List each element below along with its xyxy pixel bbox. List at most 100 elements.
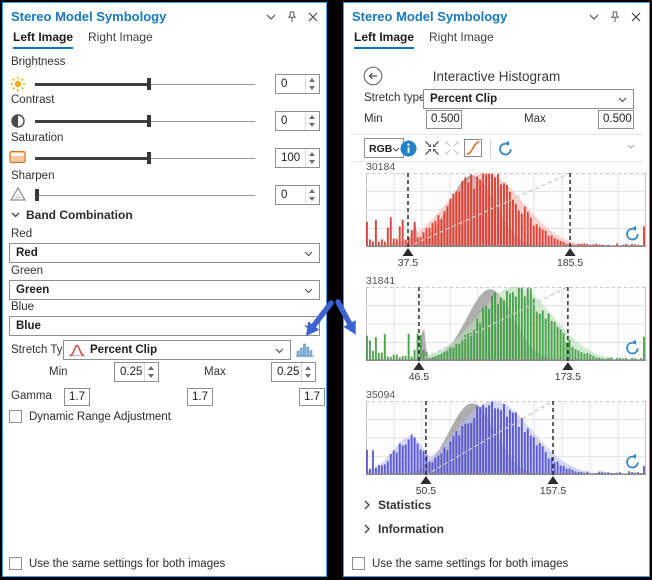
band-combination-header[interactable]: Band Combination [11, 208, 133, 222]
same-settings-checkbox[interactable] [352, 557, 365, 570]
panel-menu-chevron-icon[interactable] [265, 11, 277, 23]
reset-all-button[interactable] [497, 140, 514, 157]
band-combination-title: Band Combination [26, 208, 133, 222]
blue-histogram-plot[interactable] [366, 401, 646, 485]
chevron-down-icon [618, 97, 627, 103]
min-clip-input[interactable]: 0.25 [114, 362, 159, 382]
saturation-slider[interactable] [35, 148, 255, 168]
collapse-arrows-icon [424, 140, 440, 156]
interactive-histogram-heading: Interactive Histogram [344, 69, 649, 84]
green-band-dropdown[interactable]: Green [9, 280, 320, 300]
stretch-type-label: Stretch type [364, 92, 425, 104]
saturation-value-input[interactable]: 100 [275, 148, 320, 168]
histogram-handle-triangle[interactable] [548, 476, 559, 484]
band-selector-dropdown[interactable]: RGB [364, 138, 404, 158]
histogram-green: 31841 46.5 173.5 [366, 275, 646, 383]
same-settings-row: Use the same settings for both images [9, 557, 225, 570]
sharpen-slider[interactable] [35, 185, 255, 205]
gamma-blue-input[interactable]: 1.7 [299, 388, 325, 406]
histogram-handle-triangle[interactable] [565, 248, 576, 256]
sharpen-value-input[interactable]: 0 [275, 185, 320, 205]
histogram-handle-triangle[interactable] [403, 248, 414, 256]
max-input[interactable]: 0.500 [598, 110, 634, 129]
max-handle-value: 173.5 [555, 371, 581, 383]
histogram-red: 30184 37.5 185.5 [366, 161, 646, 269]
pin-icon[interactable] [609, 11, 621, 23]
chevron-down-icon [304, 288, 313, 294]
sharpen-row: 0 [9, 185, 320, 205]
max-clip-value: 0.25 [277, 366, 299, 378]
histogram-axis-labels: 37.5 185.5 [366, 257, 646, 269]
spinner-buttons[interactable] [305, 149, 319, 167]
info-button[interactable] [400, 140, 417, 157]
histogram-bars-icon [296, 341, 314, 357]
green-histogram-plot[interactable] [366, 287, 646, 371]
contrast-row: 0 [9, 111, 320, 131]
stretch-curve-icon [68, 343, 86, 363]
pin-icon[interactable] [286, 11, 298, 23]
gamma-red-input[interactable]: 1.7 [64, 388, 90, 406]
toolbar-overflow-chevron[interactable] [627, 144, 635, 149]
expand-view-button[interactable] [444, 140, 460, 156]
collapse-view-button[interactable] [424, 140, 440, 156]
statistics-label: Statistics [378, 498, 431, 512]
histogram-axis-labels: 50.5 157.5 [366, 485, 646, 497]
max-handle-value: 157.5 [540, 485, 566, 497]
spinner-buttons[interactable] [305, 75, 319, 93]
brightness-slider[interactable] [35, 74, 255, 94]
spinner-buttons[interactable] [305, 112, 319, 130]
same-settings-row: Use the same settings for both images [352, 557, 568, 570]
green-band-value: Green [16, 284, 49, 296]
statistics-section-header[interactable]: Statistics [364, 498, 431, 512]
chevron-down-icon [304, 324, 313, 330]
stretch-type-value: Percent Clip [430, 93, 497, 105]
interactive-histogram-button[interactable] [294, 340, 316, 360]
blue-band-dropdown[interactable]: Blue [9, 316, 320, 336]
gamma-green-input[interactable]: 1.7 [187, 388, 213, 406]
sharpen-label: Sharpen [11, 170, 54, 182]
chevron-down-icon [275, 348, 284, 354]
tab-left-image[interactable]: Left Image [13, 30, 73, 49]
chevron-right-icon [364, 524, 370, 534]
histogram-axis-labels: 46.5 173.5 [366, 371, 646, 383]
stretch-type-dropdown[interactable]: Percent Clip [423, 89, 634, 109]
contrast-value-input[interactable]: 0 [275, 111, 320, 131]
brightness-label: Brightness [11, 56, 65, 68]
sharpen-triangle-icon [9, 186, 28, 203]
saturation-value: 100 [281, 152, 300, 164]
stretch-type-dropdown[interactable]: Percent Clip [63, 340, 291, 360]
max-label: Max [524, 113, 546, 125]
histogram-handle-triangle[interactable] [413, 362, 424, 370]
expand-arrows-icon [444, 140, 460, 156]
dynamic-range-checkbox[interactable] [9, 410, 22, 423]
histogram-max-count: 30184 [366, 161, 646, 173]
min-handle-value: 46.5 [409, 371, 429, 383]
image-tabs: Left Image Right Image [13, 30, 153, 49]
tab-right-image[interactable]: Right Image [429, 30, 494, 49]
spinner-buttons[interactable] [144, 363, 158, 381]
same-settings-label: Use the same settings for both images [29, 558, 225, 570]
contrast-slider[interactable] [35, 111, 255, 131]
red-band-dropdown[interactable]: Red [9, 243, 320, 263]
brightness-value-input[interactable]: 0 [275, 74, 320, 94]
image-tabs: Left Image Right Image [354, 30, 494, 49]
spinner-buttons[interactable] [301, 363, 315, 381]
min-handle-value: 37.5 [398, 257, 418, 269]
spinner-buttons[interactable] [305, 186, 319, 204]
brightness-value: 0 [281, 78, 287, 90]
min-clip-value: 0.25 [120, 366, 142, 378]
red-histogram-plot[interactable] [366, 173, 646, 257]
close-icon[interactable] [307, 11, 319, 23]
close-icon[interactable] [630, 11, 642, 23]
max-clip-input[interactable]: 0.25 [271, 362, 316, 382]
information-section-header[interactable]: Information [364, 522, 444, 536]
min-input[interactable]: 0.500 [426, 110, 462, 129]
histogram-handle-triangle[interactable] [562, 362, 573, 370]
stretch-curve-button[interactable] [464, 139, 482, 157]
histogram-handle-triangle[interactable] [420, 476, 431, 484]
tab-left-image[interactable]: Left Image [354, 30, 414, 49]
tab-right-image[interactable]: Right Image [88, 30, 153, 49]
panel-menu-chevron-icon[interactable] [588, 11, 600, 23]
same-settings-checkbox[interactable] [9, 557, 22, 570]
min-clip-label: Min [49, 366, 68, 378]
